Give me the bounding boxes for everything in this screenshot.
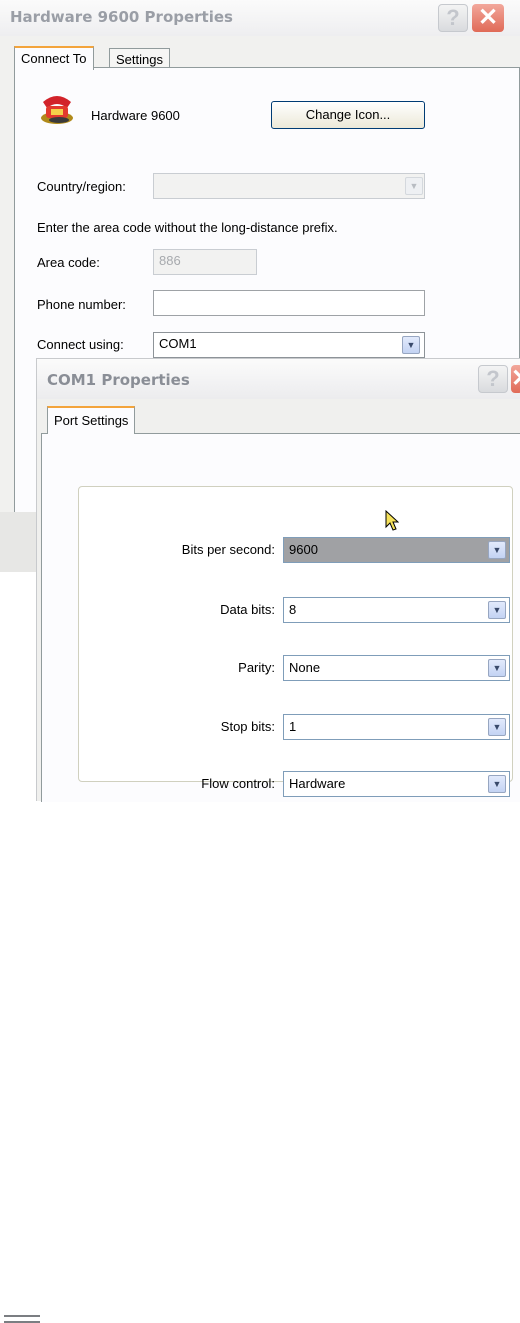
com1-dialog-title: COM1 Properties (47, 371, 190, 389)
chevron-down-icon[interactable]: ▼ (488, 775, 506, 793)
connect-using-label: Connect using: (37, 337, 124, 352)
mouse-pointer-icon (385, 510, 399, 531)
close-button[interactable]: ✕ (511, 365, 520, 393)
connection-name: Hardware 9600 (91, 108, 180, 123)
port-settings-group: Bits per second: 9600 ▼ Data bits: 8 ▼ P… (78, 486, 513, 797)
bits-per-second-label: Bits per second: (181, 542, 275, 557)
phone-number-label: Phone number: (37, 297, 126, 312)
phone-number-field[interactable] (153, 290, 425, 316)
chevron-down-icon[interactable]: ▼ (488, 718, 506, 736)
parity-value: None (289, 660, 321, 675)
stop-bits-value: 1 (289, 719, 297, 734)
main-dialog-titlebar[interactable]: Hardware 9600 Properties ? ✕ (0, 0, 520, 36)
main-dialog-title: Hardware 9600 Properties (10, 8, 233, 26)
port-settings-panel: Bits per second: 9600 ▼ Data bits: 8 ▼ P… (41, 433, 520, 802)
data-bits-value: 8 (289, 602, 297, 617)
chevron-down-icon[interactable]: ▼ (402, 336, 420, 354)
flow-control-select[interactable]: Hardware ▼ (283, 771, 510, 797)
chevron-down-icon[interactable]: ▼ (488, 541, 506, 559)
connect-using-select[interactable]: COM1 (153, 332, 425, 358)
stop-bits-select[interactable]: 1 ▼ (283, 714, 510, 740)
data-bits-select[interactable]: 8 ▼ (283, 597, 510, 623)
country-label: Country/region: (37, 179, 126, 194)
background-strip (0, 572, 40, 1323)
com1-dialog: COM1 Properties ? ✕ Port Settings Bits p… (36, 358, 520, 802)
parity-select[interactable]: None ▼ (283, 655, 510, 681)
country-select[interactable] (153, 173, 425, 199)
change-icon-button[interactable]: Change Icon... (271, 101, 425, 129)
help-button[interactable]: ? (438, 4, 468, 32)
area-code-label: Area code: (37, 255, 100, 270)
area-code-note: Enter the area code without the long-dis… (37, 220, 338, 235)
flow-control-value: Hardware (289, 776, 346, 791)
data-bits-label: Data bits: (220, 602, 275, 617)
flow-control-label: Flow control: (201, 776, 275, 791)
grip-lines (4, 1315, 40, 1323)
parity-label: Parity: (238, 660, 275, 675)
chevron-down-icon[interactable]: ▼ (488, 659, 506, 677)
chevron-down-icon[interactable]: ▼ (405, 177, 423, 195)
bits-per-second-value: 9600 (289, 542, 318, 557)
area-code-field[interactable]: 886 (153, 249, 257, 275)
phone-icon (41, 96, 73, 124)
close-button[interactable]: ✕ (472, 4, 504, 32)
bits-per-second-select[interactable]: 9600 ▼ (283, 537, 510, 563)
com1-dialog-titlebar[interactable]: COM1 Properties ? ✕ (37, 359, 520, 399)
stop-bits-label: Stop bits: (220, 719, 275, 734)
chevron-down-icon[interactable]: ▼ (488, 601, 506, 619)
tab-connect-to[interactable]: Connect To (14, 46, 94, 70)
tab-port-settings[interactable]: Port Settings (47, 406, 136, 434)
help-button[interactable]: ? (478, 365, 508, 393)
